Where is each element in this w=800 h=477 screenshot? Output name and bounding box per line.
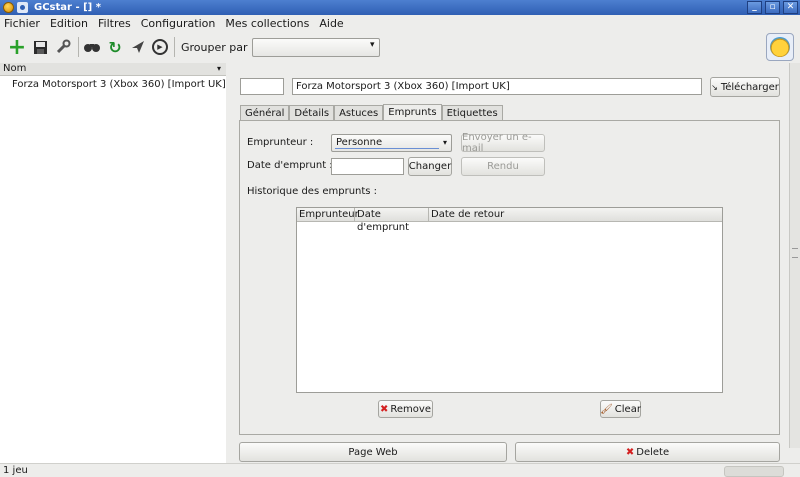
toolbar-separator (174, 37, 175, 57)
history-label: Historique des emprunts : (247, 186, 378, 197)
status-bar: 1 jeu (0, 463, 800, 477)
refresh-icon[interactable]: ↻ (106, 38, 124, 57)
menu-filtres[interactable]: Filtres (98, 17, 131, 30)
save-icon[interactable] (31, 38, 49, 56)
chevron-down-icon: ▾ (370, 39, 375, 50)
add-icon[interactable]: + (8, 35, 26, 60)
tab-astuces[interactable]: Astuces (334, 105, 384, 121)
menu-edition[interactable]: Edition (50, 17, 88, 30)
borrower-value: Personne (336, 137, 383, 148)
binoculars-icon[interactable] (83, 38, 101, 56)
tab-general[interactable]: Général (240, 105, 290, 121)
history-table-header: Emprunteur Date d'emprunt Date de retour (297, 208, 722, 233)
group-by-label: Grouper par (181, 40, 248, 54)
tab-details[interactable]: Détails (289, 105, 335, 121)
send-email-label: Envoyer un e-mail (462, 132, 532, 154)
loan-date-field[interactable] (331, 158, 404, 175)
smiley-icon (770, 37, 790, 57)
group-by-select[interactable]: ▾ (251, 37, 380, 57)
change-button[interactable]: Changer (408, 157, 452, 176)
chevron-down-icon: ▾ (216, 64, 221, 73)
column-header-borrower[interactable]: Emprunteur (297, 208, 359, 221)
menu-configuration[interactable]: Configuration (141, 17, 216, 30)
menu-mes-collections[interactable]: Mes collections (225, 17, 309, 30)
broom-icon: 🖌 (600, 403, 613, 415)
minimize-button[interactable]: _ (747, 1, 762, 14)
web-page-button[interactable]: Page Web (239, 442, 507, 462)
focus-indicator (335, 148, 439, 149)
vertical-scrollbar[interactable] (789, 63, 800, 448)
list-column-header[interactable]: Nom ▾ (0, 63, 226, 76)
returned-button[interactable]: Rendu (461, 157, 545, 176)
column-header-return-date[interactable]: Date de retour (429, 208, 506, 221)
send-icon[interactable] (129, 38, 147, 56)
scrollbar-grip[interactable] (792, 248, 798, 258)
item-list[interactable]: Forza Motorsport 3 (Xbox 360) [Import UK… (0, 76, 226, 463)
download-button[interactable]: ↘ Télécharger (710, 77, 780, 97)
remove-button[interactable]: ✖ Remove (378, 400, 433, 418)
delete-icon: ✖ (625, 446, 635, 458)
tab-bar: Général Détails Astuces Emprunts Etiquet… (240, 104, 503, 121)
download-label: Télécharger (720, 81, 779, 93)
returned-label: Rendu (487, 161, 519, 172)
tab-etiquettes[interactable]: Etiquettes (441, 105, 503, 121)
gcstar-logo-button[interactable] (766, 33, 794, 61)
menu-fichier[interactable]: Fichier (4, 17, 40, 30)
item-title-field[interactable]: Forza Motorsport 3 (Xbox 360) [Import UK… (292, 78, 702, 95)
window-title: GCstar - [] * (34, 2, 101, 13)
status-progress-bar (724, 466, 784, 477)
window-menu-icon[interactable] (17, 2, 28, 13)
toolbar: + ↻ ▶ Grouper par ▾ (0, 32, 800, 62)
send-email-button[interactable]: Envoyer un e-mail (461, 132, 545, 154)
menu-aide[interactable]: Aide (319, 17, 343, 30)
chevron-down-icon: ▾ (442, 138, 447, 147)
maximize-button[interactable]: ▫ (765, 1, 780, 14)
remove-label: Remove (390, 403, 431, 415)
change-label: Changer (408, 161, 452, 172)
delete-button[interactable]: ✖ Delete (515, 442, 780, 462)
borrower-label: Emprunteur : (247, 137, 314, 148)
arrow-icon: ↘ (711, 82, 718, 92)
borrower-select[interactable]: Personne ▾ (331, 134, 452, 152)
app-icon[interactable] (3, 2, 14, 13)
remove-icon: ✖ (380, 403, 389, 415)
item-id-field[interactable] (240, 78, 284, 95)
list-item[interactable]: Forza Motorsport 3 (Xbox 360) [Import UK… (0, 76, 226, 90)
close-button[interactable]: ✕ (783, 1, 798, 14)
web-page-label: Page Web (348, 446, 398, 458)
window-titlebar: GCstar - [] * _ ▫ ✕ (0, 0, 800, 15)
toolbar-separator (78, 37, 79, 57)
clear-button[interactable]: 🖌 Clear (600, 400, 641, 418)
tab-emprunts[interactable]: Emprunts (383, 104, 442, 121)
delete-label: Delete (636, 446, 670, 458)
menu-bar: Fichier Edition Filtres Configuration Me… (0, 15, 800, 32)
wrench-icon[interactable] (54, 38, 72, 56)
play-icon[interactable]: ▶ (152, 39, 168, 55)
list-header-label: Nom (3, 63, 27, 74)
status-text: 1 jeu (3, 465, 28, 476)
loan-date-label: Date d'emprunt : (247, 160, 333, 171)
column-header-loan-date[interactable]: Date d'emprunt (355, 208, 429, 233)
clear-label: Clear (614, 403, 641, 415)
loan-history-table[interactable]: Emprunteur Date d'emprunt Date de retour (296, 207, 723, 393)
